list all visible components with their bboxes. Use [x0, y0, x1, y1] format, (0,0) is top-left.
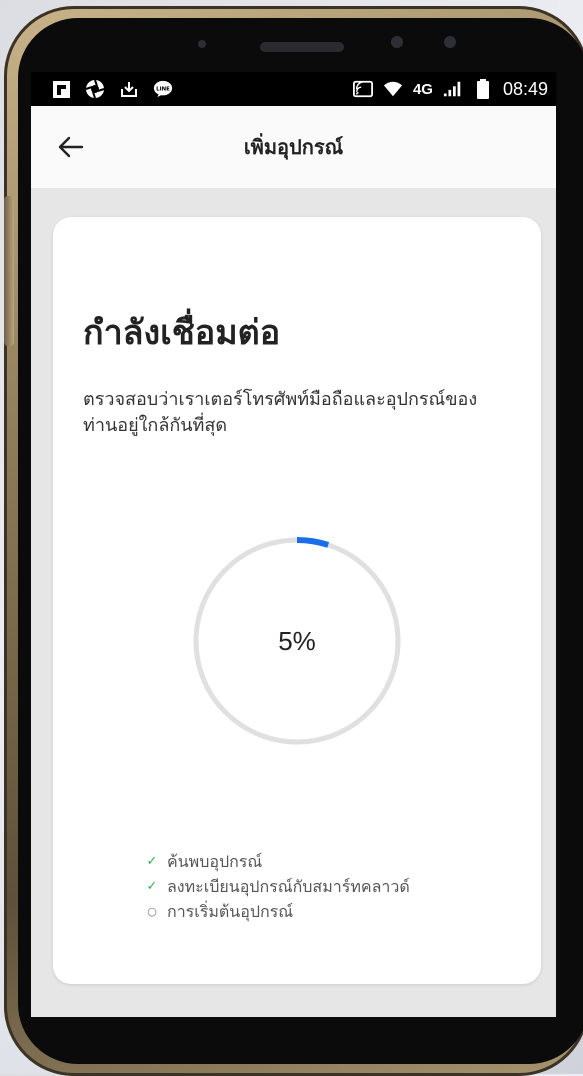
system-status: 4G 08:49: [352, 78, 556, 100]
progress-ring: 5%: [191, 535, 403, 747]
connecting-description: ตรวจสอบว่าเราเตอร์โทรศัพท์มือถือและอุปกร…: [83, 389, 478, 436]
front-camera: [391, 36, 403, 48]
status-bar: LINE 4G 08:49: [31, 72, 556, 106]
wifi-icon: [383, 79, 403, 99]
pending-circle-icon: ○: [147, 905, 157, 918]
step-device-found: ✓ ค้นพบอุปกรณ์: [145, 849, 410, 874]
arrow-left-icon: [58, 136, 84, 158]
step-label: ค้นพบอุปกรณ์: [167, 852, 263, 871]
flipboard-icon: [51, 79, 71, 99]
cast-icon: [352, 79, 373, 99]
line-icon: LINE: [153, 79, 173, 99]
progress-percent: 5%: [278, 625, 316, 656]
svg-text:LINE: LINE: [156, 86, 170, 92]
battery-icon: [473, 79, 493, 99]
step-label: ลงทะเบียนอุปกรณ์กับสมาร์ทคลาวด์: [167, 877, 410, 896]
check-icon: ✓: [146, 879, 158, 894]
connecting-heading: กำลังเชื่อมต่อ: [83, 313, 281, 353]
step-label: การเริ่มต้นอุปกรณ์: [167, 902, 294, 921]
page-title: เพิ่มอุปกรณ์: [243, 135, 344, 159]
step-cloud-register: ✓ ลงทะเบียนอุปกรณ์กับสมาร์ทคลาวด์: [145, 874, 410, 899]
progress-steps: ✓ ค้นพบอุปกรณ์ ✓ ลงทะเบียนอุปกรณ์กับสมาร…: [145, 849, 410, 924]
signal-icon: [443, 79, 463, 99]
app-screen: LINE 4G 08:49 เพิ่มอุปกรณ์ กำลังเชื่อมต่…: [31, 72, 556, 1017]
proximity-sensor: [444, 36, 456, 48]
step-device-init: ○ การเริ่มต้นอุปกรณ์: [145, 899, 410, 924]
sensor: [198, 40, 206, 48]
side-button: [4, 196, 14, 346]
shutter-icon: [85, 79, 105, 99]
notification-icons: LINE: [31, 79, 173, 99]
back-button[interactable]: [53, 129, 89, 165]
connecting-card: กำลังเชื่อมต่อ ตรวจสอบว่าเราเตอร์โทรศัพท…: [53, 217, 541, 984]
earpiece-speaker: [260, 42, 344, 52]
clock: 08:49: [502, 78, 548, 99]
download-icon: [119, 79, 139, 99]
app-bar: เพิ่มอุปกรณ์: [31, 106, 556, 188]
network-type: 4G: [412, 80, 433, 98]
check-icon: ✓: [146, 854, 158, 869]
